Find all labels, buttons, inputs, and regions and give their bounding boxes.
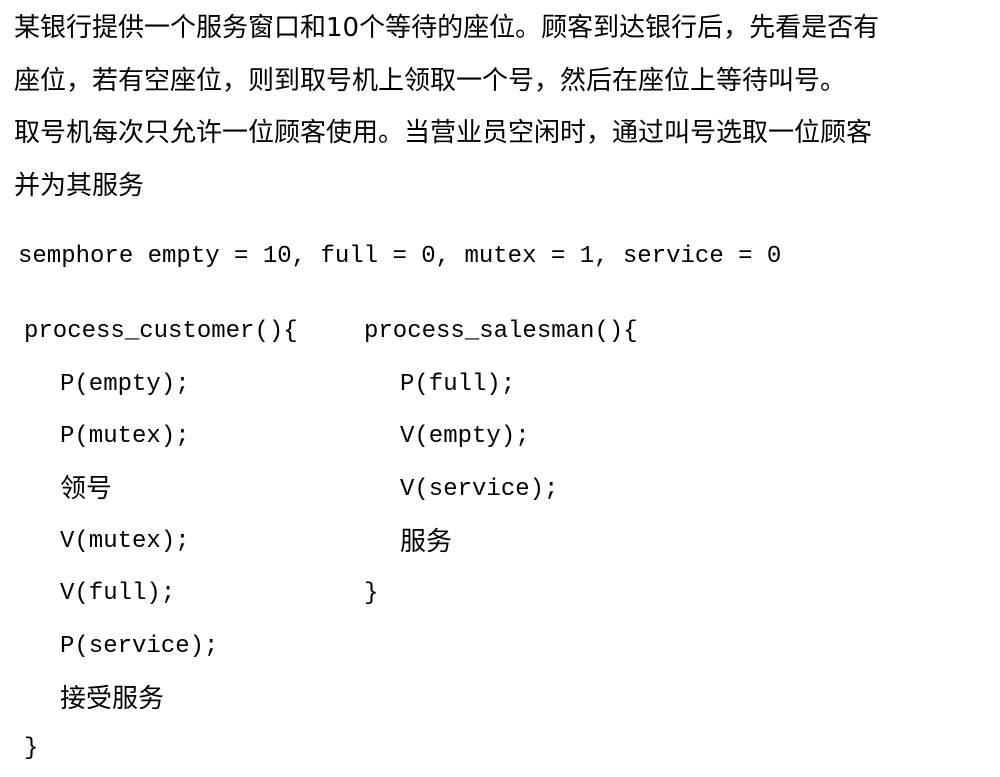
semaphore-declaration: semphore empty = 10, full = 0, mutex = 1… (18, 243, 782, 270)
salesman-stmt-3: V(service); (400, 476, 559, 503)
problem-line-3: 取号机每次只允许一位顾客使用。当营业员空闲时，通过叫号选取一位顾客 (14, 118, 873, 148)
salesman-stmt-4: 服务 (400, 527, 453, 557)
customer-process-close: } (24, 735, 39, 762)
problem-line-2: 座位，若有空座位，则到取号机上领取一个号，然后在座位上等待叫号。 (14, 66, 847, 96)
customer-stmt-4: V(mutex); (60, 528, 190, 555)
salesman-process-close: } (364, 580, 379, 607)
customer-stmt-2: P(mutex); (60, 423, 190, 450)
customer-stmt-6: P(service); (60, 633, 219, 660)
customer-stmt-3: 领号 (60, 474, 113, 504)
customer-stmt-1: P(empty); (60, 371, 190, 398)
customer-process-header: process_customer(){ (24, 318, 298, 345)
salesman-process-header: process_salesman(){ (364, 318, 638, 345)
problem-line-1: 某银行提供一个服务窗口和10个等待的座位。顾客到达银行后，先看是否有 (14, 13, 880, 43)
problem-line-4: 并为其服务 (14, 171, 145, 201)
customer-stmt-7: 接受服务 (60, 684, 165, 714)
customer-stmt-5: V(full); (60, 580, 176, 607)
salesman-stmt-1: P(full); (400, 371, 516, 398)
salesman-stmt-2: V(empty); (400, 423, 530, 450)
